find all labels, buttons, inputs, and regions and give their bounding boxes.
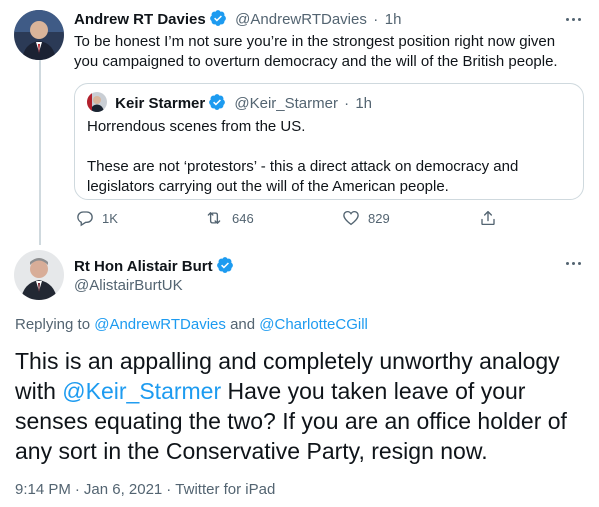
quoted-avatar-image [87,92,107,112]
share-button[interactable] [479,209,505,227]
main-tweet-more-button[interactable] [561,254,585,272]
mention-keir-starmer[interactable]: @Keir_Starmer [62,378,221,404]
reply-count: 1K [102,210,118,226]
retweet-count: 646 [232,210,254,226]
share-icon [481,210,495,226]
author-name[interactable]: Rt Hon Alistair Burt [74,258,213,275]
heart-icon [343,210,359,226]
reply-tweet-text: To be honest I’m not sure you’re in the … [74,33,558,70]
avatar-image [14,10,64,60]
avatar-andrew-rt-davies[interactable] [14,10,64,60]
more-dot [565,261,569,265]
quoted-tweet-header: Keir Starmer @Keir_Starmer · 1h [87,92,372,112]
tweet-date[interactable]: Jan 6, 2021 [84,481,162,498]
separator-dot: · [373,11,379,28]
quoted-timestamp: 1h [355,95,373,112]
avatar-image [14,250,64,300]
more-dot [565,17,569,21]
more-dot [577,17,581,21]
verified-badge-icon [209,94,226,110]
separator-dot: · [344,95,350,112]
quoted-paragraph: These are not ‘protestors’ - this a dire… [87,158,519,195]
tweet-source[interactable]: Twitter for iPad [175,481,275,498]
reply-tweet-more-button[interactable] [561,10,585,28]
tweet-time[interactable]: 9:14 PM [15,481,71,498]
reply-icon [77,211,93,227]
like-count: 829 [368,210,390,226]
thread-connector-line [39,60,41,245]
reply-button[interactable]: 1K [76,209,118,227]
replying-and: and [230,316,256,333]
replying-to-link-andrew[interactable]: @AndrewRTDavies [94,316,226,333]
retweet-icon [207,212,221,224]
reply-tweet-header: Andrew RT Davies @AndrewRTDavies · 1h [74,9,401,29]
avatar-alistair-burt[interactable] [14,250,64,300]
quoted-tweet-card[interactable]: Keir Starmer @Keir_Starmer · 1h Horrendo… [74,83,584,200]
main-tweet-author: Rt Hon Alistair Burt [74,256,234,276]
verified-badge-icon [209,10,226,26]
more-dot [571,261,575,265]
author-name[interactable]: Andrew RT Davies [74,11,206,28]
author-handle[interactable]: @AlistairBurtUK [74,277,183,294]
quoted-author-handle: @Keir_Starmer [234,95,338,112]
separator-dot: · [74,481,80,498]
more-dot [571,17,575,21]
author-handle[interactable]: @AndrewRTDavies [235,11,367,28]
replying-to-link-charlotte[interactable]: @CharlotteCGill [259,316,368,333]
quoted-tweet-text: Horrendous scenes from the US. These are… [87,117,567,197]
quoted-author-name[interactable]: Keir Starmer [115,95,205,112]
reply-tweet-action-bar: 1K 646 829 [74,209,504,231]
quoted-paragraph: Horrendous scenes from the US. [87,118,306,135]
like-button[interactable]: 829 [342,209,390,227]
replying-to-line: Replying to @AndrewRTDavies and @Charlot… [15,316,368,333]
tweet-meta: 9:14 PM · Jan 6, 2021 · Twitter for iPad [15,481,275,498]
verified-badge-icon [216,257,233,273]
retweet-button[interactable]: 646 [204,209,254,227]
tweet-timestamp[interactable]: 1h [385,11,402,28]
main-tweet-text: This is an appalling and completely unwo… [15,346,590,466]
quoted-avatar[interactable] [87,92,107,112]
separator-dot: · [166,481,172,498]
more-dot [577,261,581,265]
replying-prefix: Replying to [15,316,91,333]
